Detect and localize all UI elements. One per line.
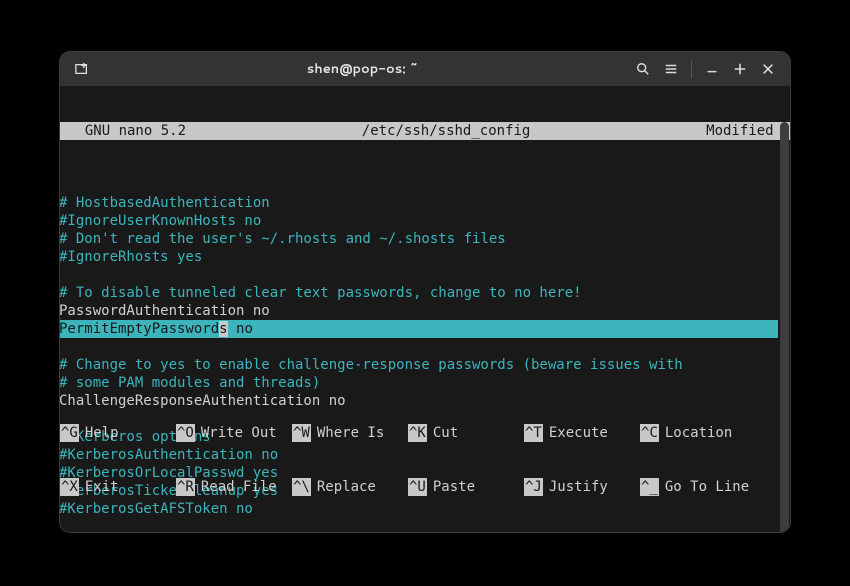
shortcut-label: Paste	[427, 478, 475, 496]
shortcut-label: Where Is	[311, 424, 384, 442]
shortcut-key: ^R	[176, 478, 195, 496]
editor-line[interactable]	[60, 338, 790, 356]
comment-text: #IgnoreRhosts yes	[60, 249, 202, 265]
terminal-window: shen@pop-os: ~ GNU nano 5.2 /etc/ssh/ssh…	[60, 52, 790, 532]
minimize-button[interactable]	[698, 57, 726, 81]
editor-line[interactable]	[60, 266, 790, 284]
shortcut-item: ^CLocation	[640, 424, 756, 442]
titlebar: shen@pop-os: ~	[60, 52, 790, 86]
config-text: PasswordAuthentication no	[60, 303, 270, 319]
cursor: s	[219, 321, 227, 337]
window-title: shen@pop-os: ~	[96, 60, 629, 78]
shortcut-item: ^KCut	[408, 424, 524, 442]
shortcut-key: ^X	[60, 478, 79, 496]
highlighted-line: PermitEmptyPasswords no	[60, 320, 778, 338]
editor-line[interactable]: # HostbasedAuthentication	[60, 194, 790, 212]
shortcut-key: ^C	[640, 424, 659, 442]
menu-button[interactable]	[657, 57, 685, 81]
minimize-icon	[705, 62, 719, 76]
editor-line[interactable]: #IgnoreUserKnownHosts no	[60, 212, 790, 230]
editor-line[interactable]: PermitEmptyPasswords no	[60, 320, 790, 338]
shortcut-key: ^G	[60, 424, 79, 442]
editor-line[interactable]: # Don't read the user's ~/.rhosts and ~/…	[60, 230, 790, 248]
comment-text: # HostbasedAuthentication	[60, 195, 270, 211]
comment-text: # Don't read the user's ~/.rhosts and ~/…	[60, 231, 506, 247]
shortcut-item: ^_Go To Line	[640, 478, 756, 496]
separator	[691, 60, 692, 78]
nano-header: GNU nano 5.2 /etc/ssh/sshd_config Modifi…	[60, 122, 790, 140]
nano-status: Modified	[706, 122, 782, 140]
new-tab-button[interactable]	[68, 57, 96, 81]
shortcut-label: Justify	[543, 478, 608, 496]
shortcut-item: ^XExit	[60, 478, 176, 496]
close-icon	[761, 62, 775, 76]
editor-line[interactable]: PasswordAuthentication no	[60, 302, 790, 320]
nano-file-name: /etc/ssh/sshd_config	[186, 122, 706, 140]
shortcut-key: ^U	[408, 478, 427, 496]
search-button[interactable]	[629, 57, 657, 81]
comment-text: #IgnoreUserKnownHosts no	[60, 213, 261, 229]
new-tab-icon	[75, 62, 89, 76]
comment-text: # Change to yes to enable challenge-resp…	[60, 357, 683, 373]
hamburger-icon	[664, 62, 678, 76]
shortcut-key: ^_	[640, 478, 659, 496]
maximize-icon	[733, 62, 747, 76]
shortcut-row: ^XExit^RRead File^\Replace^UPaste^JJusti…	[60, 478, 778, 496]
shortcut-item: ^RRead File	[176, 478, 292, 496]
shortcut-label: Cut	[427, 424, 458, 442]
shortcut-label: Location	[659, 424, 732, 442]
editor-line[interactable]: # To disable tunneled clear text passwor…	[60, 284, 790, 302]
shortcut-key: ^\	[292, 478, 311, 496]
shortcut-label: Go To Line	[659, 478, 749, 496]
shortcut-item: ^TExecute	[524, 424, 640, 442]
shortcut-key: ^W	[292, 424, 311, 442]
nano-app-name: GNU nano 5.2	[68, 122, 186, 140]
shortcut-item: ^JJustify	[524, 478, 640, 496]
close-button[interactable]	[754, 57, 782, 81]
maximize-button[interactable]	[726, 57, 754, 81]
editor-line[interactable]: #IgnoreRhosts yes	[60, 248, 790, 266]
shortcut-label: Help	[79, 424, 119, 442]
shortcut-key: ^J	[524, 478, 543, 496]
scrollbar[interactable]	[780, 122, 789, 532]
shortcut-item: ^\Replace	[292, 478, 408, 496]
editor-line[interactable]: # Change to yes to enable challenge-resp…	[60, 356, 790, 374]
shortcut-label: Execute	[543, 424, 608, 442]
shortcut-label: Write Out	[195, 424, 277, 442]
shortcut-label: Exit	[79, 478, 119, 496]
shortcut-item: ^GHelp	[60, 424, 176, 442]
terminal-area[interactable]: GNU nano 5.2 /etc/ssh/sshd_config Modifi…	[60, 86, 790, 532]
comment-text: # To disable tunneled clear text passwor…	[60, 285, 582, 301]
nano-shortcuts: ^GHelp^OWrite Out^WWhere Is^KCut^TExecut…	[60, 388, 778, 532]
shortcut-key: ^T	[524, 424, 543, 442]
shortcut-label: Replace	[311, 478, 376, 496]
shortcut-key: ^K	[408, 424, 427, 442]
shortcut-item: ^OWrite Out	[176, 424, 292, 442]
search-icon	[636, 62, 650, 76]
shortcut-row: ^GHelp^OWrite Out^WWhere Is^KCut^TExecut…	[60, 424, 778, 442]
shortcut-item: ^WWhere Is	[292, 424, 408, 442]
shortcut-key: ^O	[176, 424, 195, 442]
shortcut-label: Read File	[195, 478, 277, 496]
shortcut-item: ^UPaste	[408, 478, 524, 496]
